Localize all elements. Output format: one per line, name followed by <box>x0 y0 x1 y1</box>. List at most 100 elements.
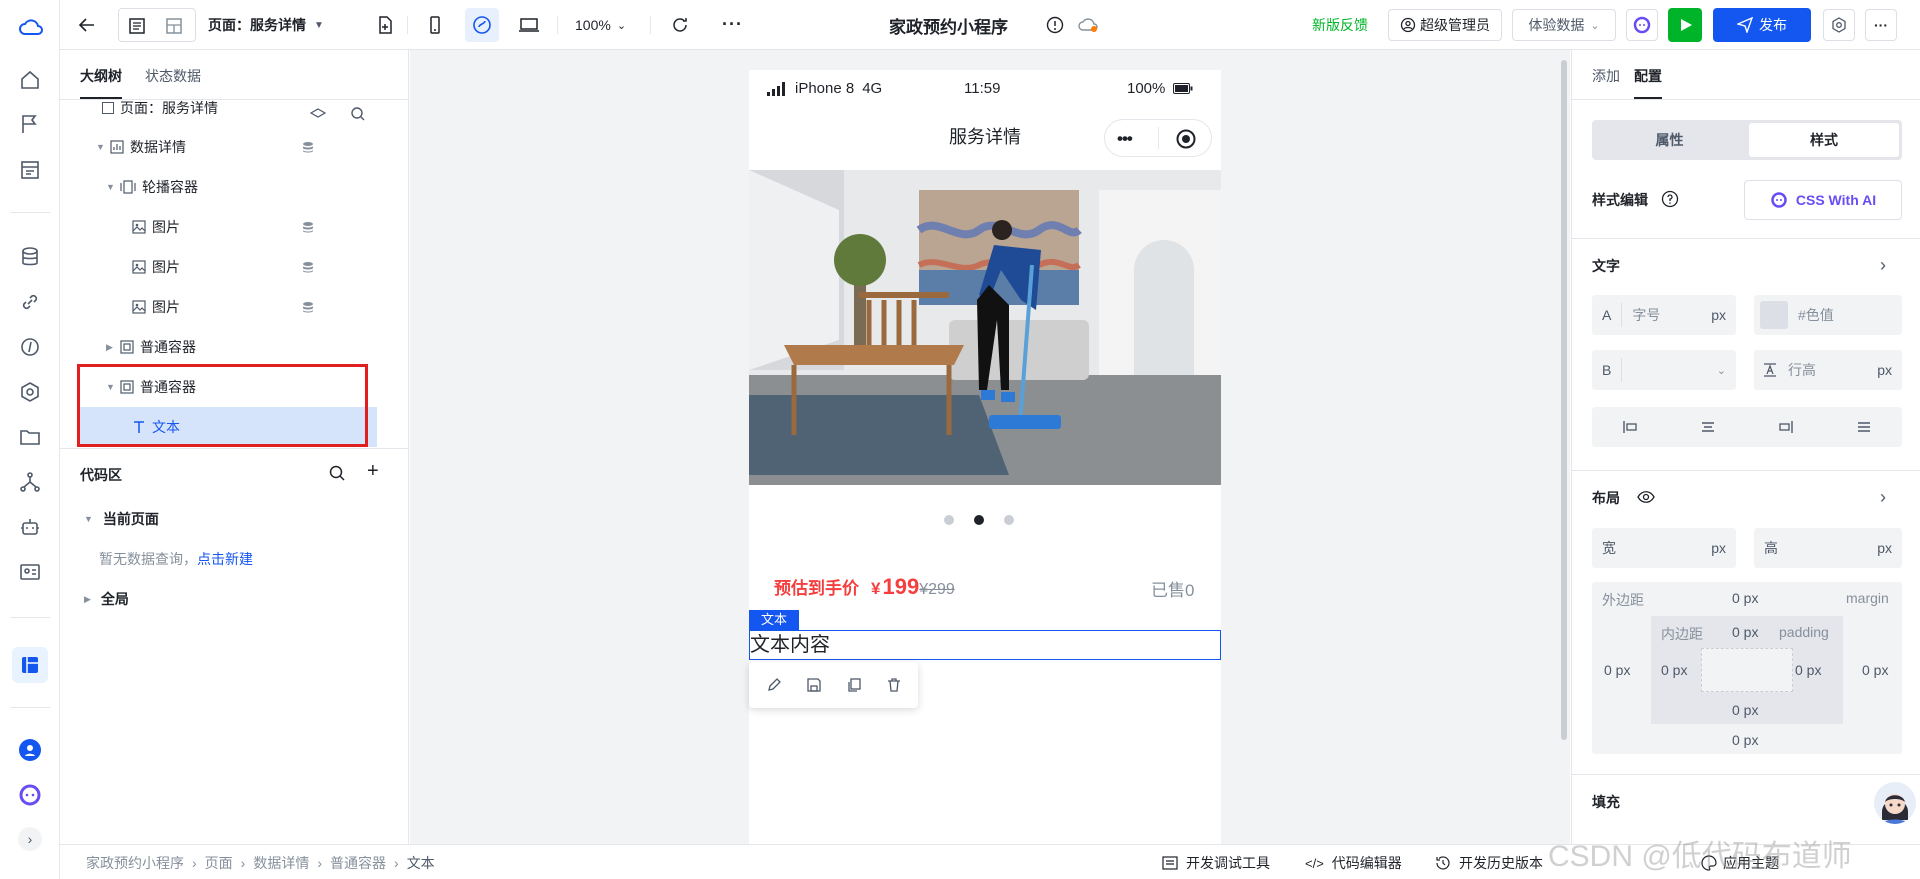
breadcrumb-item[interactable]: 家政预约小程序 <box>86 853 184 873</box>
edit-pencil-icon[interactable] <box>766 677 782 693</box>
code-section-current-page[interactable]: ▼ 当前页面 <box>84 509 159 529</box>
close-miniprogram-icon[interactable] <box>1176 129 1196 149</box>
carousel-image[interactable] <box>749 170 1221 485</box>
breadcrumb-item[interactable]: 页面 <box>205 853 233 873</box>
publish-button[interactable]: 发布 <box>1713 8 1811 42</box>
expand-rail-icon[interactable]: › <box>18 827 42 851</box>
color-swatch[interactable] <box>1760 301 1788 329</box>
cloud-sync-icon[interactable] <box>1077 15 1099 35</box>
workflow-icon[interactable] <box>18 470 42 494</box>
more-icon[interactable]: ··· <box>722 14 743 35</box>
info-circle-icon[interactable] <box>1045 15 1065 35</box>
margin-bottom-value[interactable]: 0 px <box>1732 732 1758 748</box>
layers-icon[interactable] <box>310 108 326 122</box>
tree-row-image[interactable]: 图片 <box>60 207 380 247</box>
tab-config[interactable]: 配置 <box>1634 66 1662 86</box>
copy-icon[interactable] <box>846 677 862 693</box>
align-right-icon[interactable] <box>1778 419 1794 435</box>
refresh-icon[interactable] <box>670 15 690 35</box>
padding-right-value[interactable]: 0 px <box>1795 662 1821 678</box>
eye-icon[interactable] <box>1637 490 1655 504</box>
assistant-avatar[interactable] <box>1874 782 1916 824</box>
tree-row-carousel[interactable]: ▼ 轮播容器 <box>60 167 380 207</box>
segment-style[interactable]: 样式 <box>1749 123 1899 157</box>
font-weight-select[interactable]: B ⌄ <box>1592 350 1736 390</box>
feedback-link[interactable]: 新版反馈 <box>1312 0 1368 50</box>
tree-row-image[interactable]: 图片 <box>60 247 380 287</box>
padding-left-value[interactable]: 0 px <box>1661 662 1687 678</box>
more-dots-icon[interactable]: ••• <box>1117 129 1133 149</box>
tree-row-container[interactable]: ▶ 普通容器 <box>60 327 380 367</box>
help-circle-icon[interactable] <box>1661 190 1679 208</box>
caret-down-icon[interactable]: ▼ <box>106 182 116 192</box>
width-field[interactable]: 宽 px <box>1592 528 1736 568</box>
zoom-selector[interactable]: 100% ⌄ <box>575 0 626 50</box>
create-query-link[interactable]: 点击新建 <box>197 551 253 567</box>
ai-button[interactable] <box>1626 9 1658 41</box>
font-color-field[interactable]: #色值 <box>1754 295 1902 335</box>
font-size-field[interactable]: A 字号 px <box>1592 295 1736 335</box>
canvas-scrollbar[interactable] <box>1561 60 1567 740</box>
caret-down-icon[interactable]: ▼ <box>96 142 106 152</box>
line-height-field[interactable]: 行高 px <box>1754 350 1902 390</box>
save-icon[interactable] <box>806 677 822 693</box>
home-icon[interactable] <box>18 68 42 92</box>
miniprogram-device-icon[interactable] <box>465 8 499 42</box>
margin-left-value[interactable]: 0 px <box>1604 662 1630 678</box>
carousel-dot-active[interactable] <box>974 515 984 525</box>
align-center-icon[interactable] <box>1700 419 1716 435</box>
chevron-right-icon[interactable]: › <box>1880 255 1886 276</box>
grid-view-icon[interactable] <box>165 17 183 35</box>
tree-row-page[interactable]: 页面：服务详情 <box>60 100 380 128</box>
tab-outline-tree[interactable]: 大纲树 <box>80 66 122 86</box>
breadcrumb-item[interactable]: 普通容器 <box>330 853 386 873</box>
code-editor-button[interactable]: </> 代码编辑器 <box>1305 853 1402 873</box>
robot-icon[interactable] <box>18 515 42 539</box>
user-avatar-icon[interactable] <box>19 739 41 761</box>
layout-active-icon[interactable] <box>12 647 48 683</box>
dev-tools-button[interactable]: 开发调试工具 <box>1162 853 1270 873</box>
height-field[interactable]: 高 px <box>1754 528 1902 568</box>
plus-icon[interactable]: + <box>367 460 379 483</box>
margin-top-value[interactable]: 0 px <box>1732 590 1758 606</box>
function-icon[interactable] <box>18 335 42 359</box>
link-icon[interactable] <box>18 290 42 314</box>
id-card-icon[interactable] <box>18 560 42 584</box>
padding-top-value[interactable]: 0 px <box>1732 624 1758 640</box>
desktop-device-icon[interactable] <box>518 15 540 35</box>
search-icon[interactable] <box>328 464 346 482</box>
history-button[interactable]: 开发历史版本 <box>1435 853 1543 873</box>
carousel-dot[interactable] <box>1004 515 1014 525</box>
chevron-right-icon[interactable]: › <box>1880 487 1886 508</box>
delete-trash-icon[interactable] <box>886 677 902 693</box>
tree-row-data-detail[interactable]: ▼ 数据详情 <box>60 127 380 167</box>
tree-row-image[interactable]: 图片 <box>60 287 380 327</box>
align-left-icon[interactable] <box>1622 419 1638 435</box>
breadcrumb-item-current[interactable]: 文本 <box>407 853 435 873</box>
caret-right-icon[interactable]: ▶ <box>106 342 116 352</box>
database-icon[interactable] <box>18 245 42 269</box>
settings-button[interactable] <box>1823 9 1855 41</box>
css-with-ai-button[interactable]: CSS With AI <box>1744 180 1902 220</box>
align-justify-icon[interactable] <box>1856 419 1872 435</box>
ai-assistant-icon[interactable] <box>18 783 42 807</box>
breadcrumb-item[interactable]: 数据详情 <box>253 853 309 873</box>
margin-right-value[interactable]: 0 px <box>1862 662 1888 678</box>
back-arrow-icon[interactable] <box>77 15 97 35</box>
outline-view-icon[interactable] <box>128 17 146 35</box>
page-list-icon[interactable] <box>18 158 42 182</box>
capsule-menu[interactable]: ••• <box>1104 119 1212 157</box>
mobile-device-icon[interactable] <box>425 15 445 35</box>
carousel-dot[interactable] <box>944 515 954 525</box>
tab-add[interactable]: 添加 <box>1592 66 1620 86</box>
segment-properties[interactable]: 属性 <box>1592 120 1747 160</box>
text-component-selected[interactable]: 文本内容 <box>749 630 1221 660</box>
component-icon[interactable] <box>18 380 42 404</box>
more-menu-button[interactable]: ··· <box>1865 9 1897 41</box>
add-page-icon[interactable] <box>375 15 395 35</box>
padding-bottom-value[interactable]: 0 px <box>1732 702 1758 718</box>
tab-state-data[interactable]: 状态数据 <box>145 66 201 86</box>
page-selector[interactable]: 页面：服务详情 ▼ <box>208 0 324 50</box>
folder-icon[interactable] <box>18 425 42 449</box>
role-button[interactable]: 超级管理员 <box>1388 9 1502 41</box>
